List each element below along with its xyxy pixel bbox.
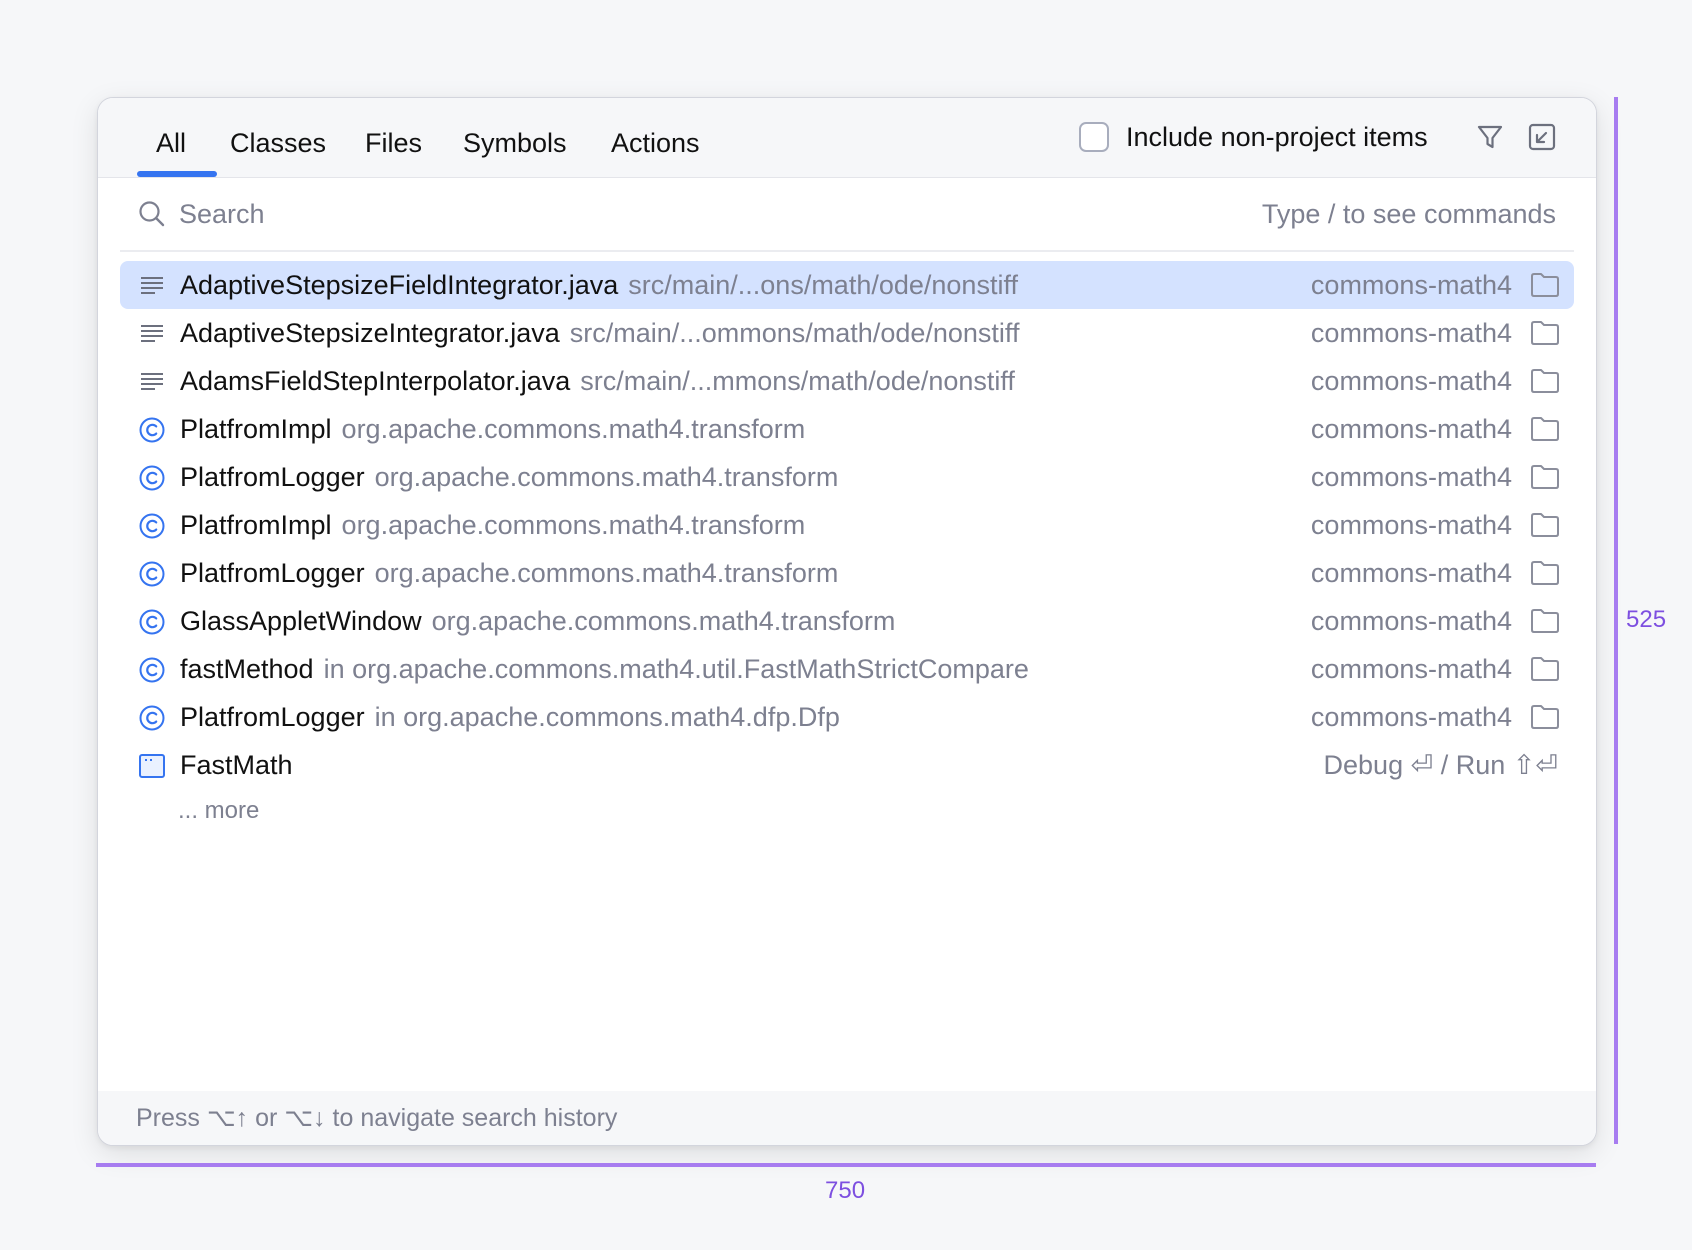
folder-icon — [1530, 704, 1560, 730]
results-list: AdaptiveStepsizeFieldIntegrator.java src/… — [120, 261, 1574, 833]
height-measure-line — [1614, 97, 1618, 1144]
result-label: AdamsFieldStepInterpolator.java src/main/… — [180, 357, 1015, 405]
run-configuration-row[interactable]: FastMath Debug ⏎ / Run ⇧⏎ — [120, 741, 1574, 789]
folder-icon — [1530, 608, 1560, 634]
result-name: GlassAppletWindow — [180, 606, 422, 636]
result-label: PlatfromLogger org.apache.commons.math4.t… — [180, 453, 838, 501]
run-configuration-name: FastMath — [180, 750, 293, 780]
tab-classes[interactable]: Classes — [230, 122, 326, 164]
result-row[interactable]: fastMethod in org.apache.commons.math4.ut… — [120, 645, 1574, 693]
result-project: commons-math4 — [1310, 654, 1512, 684]
include-non-project-label[interactable]: Include non-project items — [1126, 118, 1428, 156]
more-row: ... more — [120, 789, 1574, 833]
class-icon — [138, 704, 166, 732]
folder-icon — [1530, 464, 1560, 490]
result-name: PlatfromImpl — [180, 414, 332, 444]
folder-icon — [1530, 368, 1560, 394]
tab-bar: All Classes Files Symbols Actions Includ… — [98, 98, 1596, 178]
class-icon — [138, 608, 166, 636]
file-text-icon — [138, 320, 166, 348]
result-location: src/main/...ommons/math/ode/nonstiff — [569, 318, 1020, 348]
file-text-icon — [138, 272, 166, 300]
width-measure-label: 750 — [825, 1177, 866, 1204]
search-icon — [139, 201, 165, 227]
result-row[interactable]: AdaptiveStepsizeIntegrator.java src/main/… — [120, 309, 1574, 357]
result-label: PlatfromLogger in org.apache.commons.math… — [180, 693, 840, 741]
tab-all[interactable]: All — [156, 122, 186, 164]
result-name: AdaptiveStepsizeFieldIntegrator.java — [180, 270, 619, 300]
tab-symbols[interactable]: Symbols — [463, 122, 567, 164]
result-location: org.apache.commons.math4.transform — [341, 414, 806, 444]
result-row[interactable]: AdamsFieldStepInterpolator.java src/main/… — [120, 357, 1574, 405]
result-location: src/main/...mmons/math/ode/nonstiff — [580, 366, 1015, 396]
result-row[interactable]: PlatfromLogger org.apache.commons.math4.t… — [120, 453, 1574, 501]
filter-icon[interactable] — [1474, 121, 1506, 153]
folder-icon — [1530, 416, 1560, 442]
footer: Press ⌥↑ or ⌥↓ to navigate search histor… — [98, 1091, 1596, 1145]
result-name: PlatfromLogger — [180, 702, 365, 732]
folder-icon — [1530, 272, 1560, 298]
tab-actions[interactable]: Actions — [611, 122, 700, 164]
class-icon — [138, 464, 166, 492]
result-name: PlatfromLogger — [180, 462, 365, 492]
folder-icon — [1530, 656, 1560, 682]
result-label: PlatfromLogger org.apache.commons.math4.t… — [180, 549, 838, 597]
tab-files[interactable]: Files — [365, 122, 422, 164]
class-icon — [138, 512, 166, 540]
result-label: GlassAppletWindow org.apache.commons.math… — [180, 597, 895, 645]
folder-icon — [1530, 560, 1560, 586]
result-location: in org.apache.commons.math4.dfp.Dfp — [374, 702, 840, 732]
result-project: commons-math4 — [1310, 318, 1512, 348]
result-name: PlatfromLogger — [180, 558, 365, 588]
include-non-project-checkbox[interactable] — [1079, 122, 1109, 152]
result-name: fastMethod — [180, 654, 314, 684]
footer-hint: Press ⌥↑ or ⌥↓ to navigate search histor… — [136, 1104, 618, 1132]
result-project: commons-math4 — [1310, 366, 1512, 396]
result-label: PlatfromImpl org.apache.commons.math4.tra… — [180, 405, 805, 453]
width-measure-line — [96, 1163, 1596, 1167]
class-icon — [138, 416, 166, 444]
search-field: Type / to see commands — [120, 177, 1574, 252]
result-name: AdamsFieldStepInterpolator.java — [180, 366, 571, 396]
folder-icon — [1530, 512, 1560, 538]
run-configuration-shortcut: Debug ⏎ / Run ⇧⏎ — [1323, 750, 1558, 780]
result-location: in org.apache.commons.math4.util.FastMat… — [323, 654, 1029, 684]
result-location: src/main/...ons/math/ode/nonstiff — [628, 270, 1018, 300]
result-location: org.apache.commons.math4.transform — [431, 606, 896, 636]
more-link[interactable]: ... more — [178, 789, 259, 833]
result-project: commons-math4 — [1310, 462, 1512, 492]
result-name: PlatfromImpl — [180, 510, 332, 540]
result-project: commons-math4 — [1310, 558, 1512, 588]
height-measure-label: 525 — [1626, 606, 1667, 633]
result-project: commons-math4 — [1310, 606, 1512, 636]
result-row[interactable]: PlatfromLogger org.apache.commons.math4.t… — [120, 549, 1574, 597]
result-location: org.apache.commons.math4.transform — [341, 510, 806, 540]
result-label: AdaptiveStepsizeIntegrator.java src/main/… — [180, 309, 1019, 357]
folder-icon — [1530, 320, 1560, 346]
result-name: AdaptiveStepsizeIntegrator.java — [180, 318, 560, 348]
result-label: fastMethod in org.apache.commons.math4.ut… — [180, 645, 1029, 693]
search-everywhere-popup: All Classes Files Symbols Actions Includ… — [97, 97, 1597, 1146]
result-label: PlatfromImpl org.apache.commons.math4.tra… — [180, 501, 805, 549]
result-project: commons-math4 — [1310, 270, 1512, 300]
search-input[interactable] — [177, 192, 1081, 236]
search-hint: Type / to see commands — [1261, 199, 1556, 229]
result-label: AdaptiveStepsizeFieldIntegrator.java src/… — [180, 261, 1018, 309]
result-row[interactable]: PlatfromImpl org.apache.commons.math4.tra… — [120, 501, 1574, 549]
result-row[interactable]: AdaptiveStepsizeFieldIntegrator.java src/… — [120, 261, 1574, 309]
result-row[interactable]: GlassAppletWindow org.apache.commons.math… — [120, 597, 1574, 645]
open-in-window-icon[interactable] — [1526, 121, 1558, 153]
result-location: org.apache.commons.math4.transform — [374, 558, 839, 588]
result-row[interactable]: PlatfromImpl org.apache.commons.math4.tra… — [120, 405, 1574, 453]
result-project: commons-math4 — [1310, 414, 1512, 444]
class-icon — [138, 560, 166, 588]
result-project: commons-math4 — [1310, 510, 1512, 540]
result-row[interactable]: PlatfromLogger in org.apache.commons.math… — [120, 693, 1574, 741]
class-icon — [138, 656, 166, 684]
file-text-icon — [138, 368, 166, 396]
run-configuration-icon — [138, 752, 166, 780]
result-project: commons-math4 — [1310, 702, 1512, 732]
result-location: org.apache.commons.math4.transform — [374, 462, 839, 492]
